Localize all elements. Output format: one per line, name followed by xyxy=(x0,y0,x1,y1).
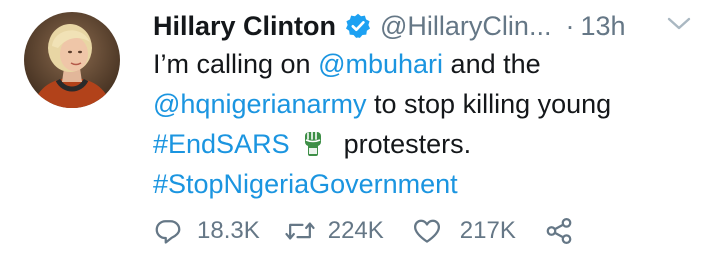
mention-mbuhari[interactable]: @mbuhari xyxy=(318,49,443,79)
tweet-text: I’m calling on @mbuhari and the @hqniger… xyxy=(153,44,713,204)
tweet-line-1: I’m calling on @mbuhari and the xyxy=(153,44,713,84)
tweet-timestamp[interactable]: 13h xyxy=(580,11,625,42)
chevron-down-icon[interactable] xyxy=(665,14,693,34)
tweet-line-2: @hqnigerianarmy to stop killing young xyxy=(153,84,713,124)
tweet-actions: 18.3K 224K 217K xyxy=(153,214,574,248)
separator-dot: · xyxy=(565,10,575,41)
tweet-text-segment: I’m calling on xyxy=(153,49,319,79)
avatar[interactable] xyxy=(24,12,120,108)
retweet-count: 224K xyxy=(327,217,384,244)
author-name[interactable]: Hillary Clinton xyxy=(153,11,336,42)
mention-hqnigerianarmy[interactable]: @hqnigerianarmy xyxy=(153,89,367,119)
like-count: 217K xyxy=(459,217,516,244)
tweet-text-segment: protesters. xyxy=(343,129,472,159)
reply-button[interactable]: 18.3K xyxy=(153,216,284,246)
hashtag-endsars[interactable]: #EndSARS xyxy=(153,129,290,159)
heart-icon xyxy=(412,216,442,246)
retweet-icon xyxy=(284,216,316,246)
hashtag-stopnigeriagovernment[interactable]: #StopNigeriaGovernment xyxy=(153,169,458,199)
share-icon xyxy=(544,216,574,246)
verified-badge-icon xyxy=(344,12,372,40)
retweet-button[interactable]: 224K xyxy=(284,216,412,246)
tweet-line-4: #StopNigeriaGovernment xyxy=(153,164,713,204)
tweet-text-segment: and the xyxy=(443,49,541,79)
like-button[interactable]: 217K xyxy=(412,216,544,246)
tweet-line-3: #EndSARS protesters. xyxy=(153,124,713,164)
share-button[interactable] xyxy=(544,216,574,246)
tweet-header: Hillary Clinton @HillaryClin... · 13h xyxy=(153,6,713,46)
tweet-text-segment: to stop killing young xyxy=(366,89,612,119)
raised-fist-emoji xyxy=(302,128,324,156)
tweet-card[interactable]: Hillary Clinton @HillaryClin... · 13h I’… xyxy=(0,0,720,254)
reply-count: 18.3K xyxy=(197,217,260,244)
author-handle[interactable]: @HillaryClin... xyxy=(380,11,551,42)
reply-icon xyxy=(153,216,183,246)
